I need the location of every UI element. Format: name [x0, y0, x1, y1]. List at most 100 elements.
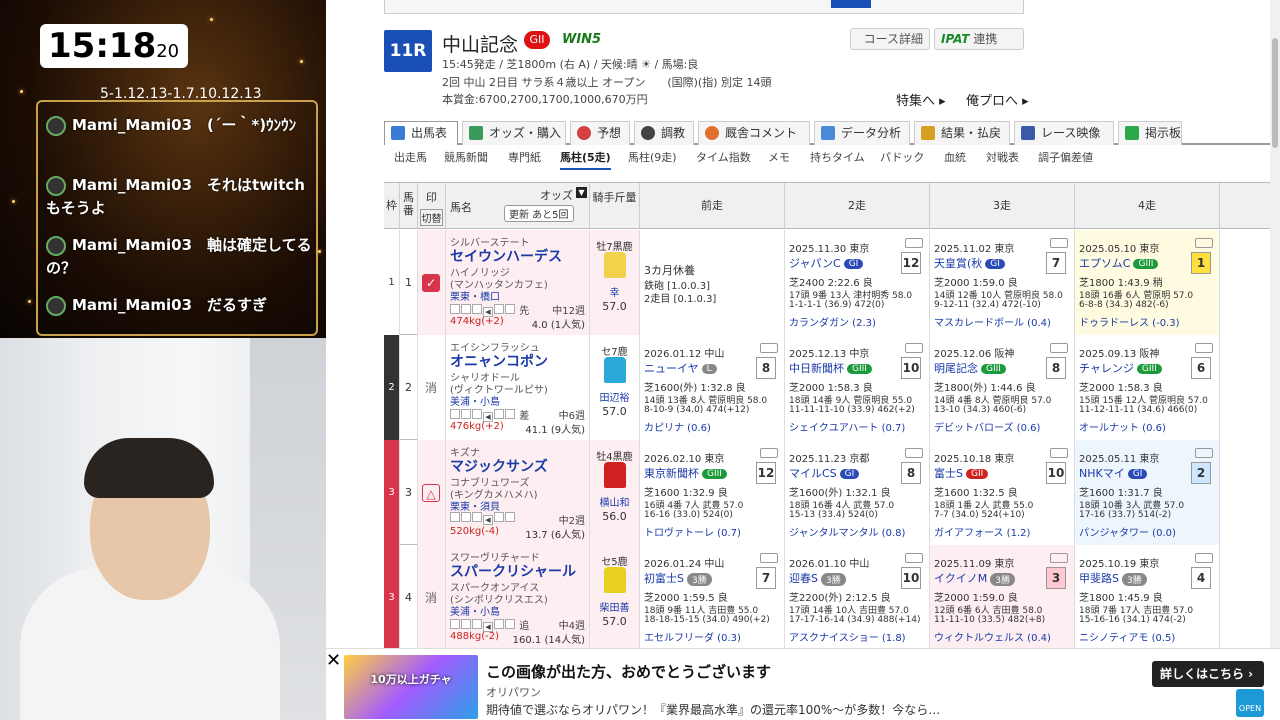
run-race-link[interactable]: 富士S GII	[934, 465, 989, 481]
run-race-link[interactable]: 東京新聞杯 GIII	[644, 465, 727, 481]
scrollbar[interactable]	[1270, 0, 1280, 648]
run-race-name[interactable]: 中日新聞杯	[789, 362, 844, 375]
odds-update-button[interactable]: 更新 あと5回	[504, 205, 574, 222]
past-run-cell[interactable]: 2025.11.23 京都 マイルCS GI 8 芝1600(外) 1:32.1 良 18…	[785, 440, 930, 545]
video-icon[interactable]	[1195, 448, 1213, 458]
run-race-name[interactable]: ニューイヤ	[644, 362, 699, 375]
run-race-name[interactable]: 明尾記念	[934, 362, 978, 375]
run-winner[interactable]: エセルフリーダ (0.3)	[644, 629, 741, 644]
run-winner[interactable]: カピリナ (0.6)	[644, 419, 711, 434]
subtab-paddock[interactable]: パドック	[880, 148, 924, 168]
ad-banner[interactable]: ✕ 10万以上ガチャ この画像が出た方、おめでとうございます オリパワン 期待値…	[326, 648, 1280, 720]
mark-cell[interactable]: 消	[418, 545, 446, 650]
run-winner[interactable]: マスカレードボール (0.4)	[934, 314, 1051, 329]
video-icon[interactable]	[760, 553, 778, 563]
run-winner[interactable]: ニシノティアモ (0.5)	[1079, 629, 1175, 644]
run-race-name[interactable]: 富士S	[934, 467, 963, 480]
horse-name-link[interactable]: オニャンコポン	[450, 351, 548, 371]
run-race-link[interactable]: チャレンジ GIII	[1079, 360, 1162, 376]
past-run-cell[interactable]: 2025.09.13 阪神 チャレンジ GIII 6 芝2000 1:58.3 良 15頭…	[1075, 335, 1220, 440]
subtab-9-runs[interactable]: 馬柱(9走)	[628, 148, 677, 168]
subtab-condition[interactable]: 調子偏差値	[1038, 148, 1093, 168]
trainer-link[interactable]: 栗東・橋口	[450, 288, 500, 303]
subtab-specialist[interactable]: 専門紙	[508, 148, 541, 168]
past-run-cell[interactable]: 2025.12.13 中京 中日新聞杯 GIII 10 芝2000 1:58.3 良 18…	[785, 335, 930, 440]
ad-image[interactable]: 10万以上ガチャ	[344, 655, 478, 719]
past-run-cell[interactable]: 3カ月休養 鉄砲 [1.0.0.3] 2走目 [0.1.0.3]	[640, 230, 785, 335]
run-race-link[interactable]: マイルCS GI	[789, 465, 860, 481]
video-icon[interactable]	[1050, 238, 1068, 248]
tab-odds[interactable]: オッズ・購入	[462, 121, 566, 145]
past-run-cell[interactable]: 2026.01.10 中山 迎春S 3勝 10 芝2200(外) 2:12.5 良 17頭…	[785, 545, 930, 650]
tab-board[interactable]: 掲示板	[1118, 121, 1182, 145]
run-race-link[interactable]: ニューイヤ L	[644, 360, 717, 376]
race-number-nav[interactable]	[384, 0, 1024, 14]
subtab-memo[interactable]: メモ	[768, 148, 790, 168]
close-icon[interactable]: ✕	[326, 652, 342, 670]
video-icon[interactable]	[905, 448, 923, 458]
mark-cell[interactable]: △	[418, 440, 446, 545]
tab-prediction[interactable]: 予想	[570, 121, 630, 145]
past-run-cell[interactable]: 2025.05.11 東京 NHKマイ GI 2 芝1600 1:31.7 良 18頭 1…	[1075, 440, 1220, 545]
run-race-name[interactable]: エプソムC	[1079, 257, 1130, 270]
pro-link[interactable]: 俺プロへ ▸	[966, 90, 1029, 109]
trainer-link[interactable]: 美浦・小島	[450, 603, 500, 618]
past-run-cell[interactable]: 2025.05.10 東京 エプソムC GIII 1 芝1800 1:43.9 稍 18頭…	[1075, 230, 1220, 335]
past-run-cell[interactable]: 2026.02.10 東京 東京新聞杯 GIII 12 芝1600 1:32.9 良 16…	[640, 440, 785, 545]
run-race-link[interactable]: 甲斐路S 3勝	[1079, 570, 1147, 586]
jockey-name-link[interactable]: 幸	[590, 284, 639, 299]
video-icon[interactable]	[760, 343, 778, 353]
past-run-cell[interactable]: 2025.10.18 東京 富士S GII 10 芝1600 1:32.5 良 18頭 1…	[930, 440, 1075, 545]
video-icon[interactable]	[1195, 238, 1213, 248]
video-icon[interactable]	[905, 553, 923, 563]
video-icon[interactable]	[1195, 343, 1213, 353]
run-winner[interactable]: ジャンタルマンタル (0.8)	[789, 524, 905, 539]
tab-race-video[interactable]: レース映像	[1014, 121, 1114, 145]
subtab-pedigree[interactable]: 血統	[944, 148, 966, 168]
video-icon[interactable]	[1050, 448, 1068, 458]
horse-name-link[interactable]: マジックサンズ	[450, 456, 548, 476]
mark-cell[interactable]: ✓	[418, 230, 446, 335]
run-winner[interactable]: デビットバローズ (0.6)	[934, 419, 1040, 434]
video-icon[interactable]	[905, 343, 923, 353]
run-winner[interactable]: パンジャタワー (0.0)	[1079, 524, 1176, 539]
tab-training[interactable]: 調教	[634, 121, 694, 145]
tab-stable-comment[interactable]: 厩舎コメント	[698, 121, 810, 145]
trainer-link[interactable]: 栗東・須貝	[450, 498, 500, 513]
subtab-best-time[interactable]: 持ちタイム	[810, 148, 865, 168]
jockey-name-link[interactable]: 田辺裕	[590, 389, 639, 404]
mark-selector[interactable]: ✓	[422, 274, 440, 292]
scrollbar-thumb[interactable]	[1272, 38, 1278, 148]
run-race-name[interactable]: ジャパンC	[789, 257, 841, 270]
mark-cell[interactable]: 消	[418, 335, 446, 440]
subtab-matchups[interactable]: 対戦表	[986, 148, 1019, 168]
run-race-name[interactable]: イクイノM	[934, 572, 987, 585]
ad-title[interactable]: この画像が出た方、おめでとうございます	[486, 661, 771, 682]
sort-dropdown-icon[interactable]: ▼	[576, 187, 587, 198]
run-race-link[interactable]: 3カ月休養	[644, 262, 695, 278]
mark-switch-button[interactable]: 切替	[420, 209, 443, 226]
past-run-cell[interactable]: 2025.11.30 東京 ジャパンC GI 12 芝2400 2:22.6 良 17頭 …	[785, 230, 930, 335]
ipat-link-button[interactable]: IPAT 連携	[934, 28, 1024, 50]
run-race-link[interactable]: エプソムC GIII	[1079, 255, 1159, 271]
feature-link[interactable]: 特集へ ▸	[896, 90, 946, 109]
past-run-cell[interactable]: 2025.10.19 東京 甲斐路S 3勝 4 芝1800 1:45.9 良 18頭 7番…	[1075, 545, 1220, 650]
run-winner[interactable]: ガイアフォース (1.2)	[934, 524, 1030, 539]
subtab-5-runs[interactable]: 馬柱(5走)	[560, 148, 611, 170]
run-race-name[interactable]: 迎春S	[789, 572, 818, 585]
run-race-link[interactable]: 初富士S 3勝	[644, 570, 712, 586]
jockey-name-link[interactable]: 横山和	[590, 494, 639, 509]
run-race-link[interactable]: ジャパンC GI	[789, 255, 864, 271]
run-race-link[interactable]: NHKマイ GI	[1079, 465, 1148, 481]
jockey-name-link[interactable]: 柴田善	[590, 599, 639, 614]
run-race-name[interactable]: 甲斐路S	[1079, 572, 1119, 585]
mark-selector[interactable]: 消	[422, 589, 440, 607]
course-detail-button[interactable]: コース詳細	[850, 28, 930, 50]
video-icon[interactable]	[905, 238, 923, 248]
trainer-link[interactable]: 美浦・小島	[450, 393, 500, 408]
run-race-link[interactable]: 明尾記念 GIII	[934, 360, 1006, 376]
horse-name-link[interactable]: スパークリシャール	[450, 561, 576, 581]
horse-name-link[interactable]: セイウンハーデス	[450, 246, 562, 266]
mark-selector[interactable]: 消	[422, 379, 440, 397]
past-run-cell[interactable]: 2026.01.24 中山 初富士S 3勝 7 芝2000 1:59.5 良 18頭 9番…	[640, 545, 785, 650]
